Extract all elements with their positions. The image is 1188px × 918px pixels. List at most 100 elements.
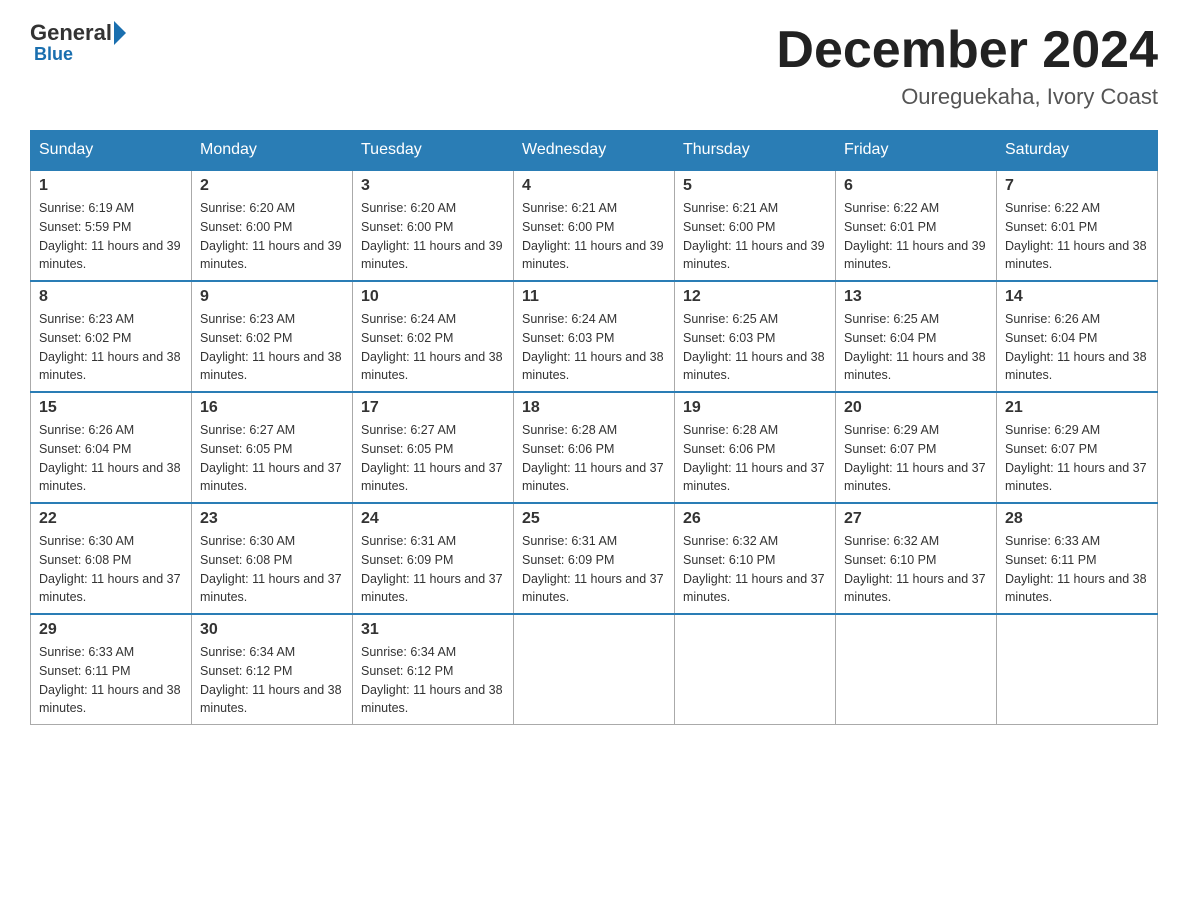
day-number: 15 bbox=[39, 399, 183, 417]
calendar-week-row: 22 Sunrise: 6:30 AM Sunset: 6:08 PM Dayl… bbox=[31, 503, 1158, 614]
calendar-table: Sunday Monday Tuesday Wednesday Thursday… bbox=[30, 130, 1158, 725]
day-number: 22 bbox=[39, 510, 183, 528]
table-row bbox=[836, 614, 997, 725]
day-number: 14 bbox=[1005, 288, 1149, 306]
day-number: 31 bbox=[361, 621, 505, 639]
col-monday: Monday bbox=[192, 131, 353, 171]
day-number: 16 bbox=[200, 399, 344, 417]
day-number: 27 bbox=[844, 510, 988, 528]
day-info: Sunrise: 6:26 AM Sunset: 6:04 PM Dayligh… bbox=[1005, 310, 1149, 385]
table-row: 3 Sunrise: 6:20 AM Sunset: 6:00 PM Dayli… bbox=[353, 170, 514, 281]
table-row: 12 Sunrise: 6:25 AM Sunset: 6:03 PM Dayl… bbox=[675, 281, 836, 392]
day-info: Sunrise: 6:20 AM Sunset: 6:00 PM Dayligh… bbox=[361, 199, 505, 274]
table-row: 6 Sunrise: 6:22 AM Sunset: 6:01 PM Dayli… bbox=[836, 170, 997, 281]
day-info: Sunrise: 6:29 AM Sunset: 6:07 PM Dayligh… bbox=[844, 421, 988, 496]
main-title: December 2024 bbox=[776, 20, 1158, 80]
table-row: 27 Sunrise: 6:32 AM Sunset: 6:10 PM Dayl… bbox=[836, 503, 997, 614]
col-thursday: Thursday bbox=[675, 131, 836, 171]
day-number: 1 bbox=[39, 177, 183, 195]
page-header: General Blue December 2024 Oureguekaha, … bbox=[30, 20, 1158, 110]
day-number: 9 bbox=[200, 288, 344, 306]
day-number: 13 bbox=[844, 288, 988, 306]
day-info: Sunrise: 6:34 AM Sunset: 6:12 PM Dayligh… bbox=[361, 643, 505, 718]
day-number: 4 bbox=[522, 177, 666, 195]
day-info: Sunrise: 6:23 AM Sunset: 6:02 PM Dayligh… bbox=[200, 310, 344, 385]
table-row: 15 Sunrise: 6:26 AM Sunset: 6:04 PM Dayl… bbox=[31, 392, 192, 503]
logo-arrow-icon bbox=[114, 21, 126, 45]
day-number: 23 bbox=[200, 510, 344, 528]
day-info: Sunrise: 6:21 AM Sunset: 6:00 PM Dayligh… bbox=[683, 199, 827, 274]
table-row bbox=[514, 614, 675, 725]
day-info: Sunrise: 6:31 AM Sunset: 6:09 PM Dayligh… bbox=[361, 532, 505, 607]
day-number: 8 bbox=[39, 288, 183, 306]
day-info: Sunrise: 6:25 AM Sunset: 6:04 PM Dayligh… bbox=[844, 310, 988, 385]
calendar-header-row: Sunday Monday Tuesday Wednesday Thursday… bbox=[31, 131, 1158, 171]
day-number: 28 bbox=[1005, 510, 1149, 528]
day-info: Sunrise: 6:30 AM Sunset: 6:08 PM Dayligh… bbox=[39, 532, 183, 607]
day-number: 18 bbox=[522, 399, 666, 417]
table-row: 1 Sunrise: 6:19 AM Sunset: 5:59 PM Dayli… bbox=[31, 170, 192, 281]
day-info: Sunrise: 6:26 AM Sunset: 6:04 PM Dayligh… bbox=[39, 421, 183, 496]
day-number: 6 bbox=[844, 177, 988, 195]
day-info: Sunrise: 6:22 AM Sunset: 6:01 PM Dayligh… bbox=[1005, 199, 1149, 274]
col-saturday: Saturday bbox=[997, 131, 1158, 171]
day-number: 19 bbox=[683, 399, 827, 417]
table-row: 7 Sunrise: 6:22 AM Sunset: 6:01 PM Dayli… bbox=[997, 170, 1158, 281]
day-number: 5 bbox=[683, 177, 827, 195]
day-number: 12 bbox=[683, 288, 827, 306]
day-number: 2 bbox=[200, 177, 344, 195]
day-number: 10 bbox=[361, 288, 505, 306]
table-row: 17 Sunrise: 6:27 AM Sunset: 6:05 PM Dayl… bbox=[353, 392, 514, 503]
table-row: 13 Sunrise: 6:25 AM Sunset: 6:04 PM Dayl… bbox=[836, 281, 997, 392]
table-row: 29 Sunrise: 6:33 AM Sunset: 6:11 PM Dayl… bbox=[31, 614, 192, 725]
table-row: 19 Sunrise: 6:28 AM Sunset: 6:06 PM Dayl… bbox=[675, 392, 836, 503]
day-number: 7 bbox=[1005, 177, 1149, 195]
table-row: 30 Sunrise: 6:34 AM Sunset: 6:12 PM Dayl… bbox=[192, 614, 353, 725]
day-info: Sunrise: 6:31 AM Sunset: 6:09 PM Dayligh… bbox=[522, 532, 666, 607]
col-wednesday: Wednesday bbox=[514, 131, 675, 171]
day-info: Sunrise: 6:30 AM Sunset: 6:08 PM Dayligh… bbox=[200, 532, 344, 607]
calendar-week-row: 29 Sunrise: 6:33 AM Sunset: 6:11 PM Dayl… bbox=[31, 614, 1158, 725]
day-info: Sunrise: 6:24 AM Sunset: 6:03 PM Dayligh… bbox=[522, 310, 666, 385]
calendar-week-row: 8 Sunrise: 6:23 AM Sunset: 6:02 PM Dayli… bbox=[31, 281, 1158, 392]
table-row: 4 Sunrise: 6:21 AM Sunset: 6:00 PM Dayli… bbox=[514, 170, 675, 281]
day-info: Sunrise: 6:27 AM Sunset: 6:05 PM Dayligh… bbox=[361, 421, 505, 496]
col-sunday: Sunday bbox=[31, 131, 192, 171]
table-row: 23 Sunrise: 6:30 AM Sunset: 6:08 PM Dayl… bbox=[192, 503, 353, 614]
calendar-week-row: 1 Sunrise: 6:19 AM Sunset: 5:59 PM Dayli… bbox=[31, 170, 1158, 281]
table-row: 22 Sunrise: 6:30 AM Sunset: 6:08 PM Dayl… bbox=[31, 503, 192, 614]
table-row: 5 Sunrise: 6:21 AM Sunset: 6:00 PM Dayli… bbox=[675, 170, 836, 281]
day-number: 25 bbox=[522, 510, 666, 528]
table-row: 9 Sunrise: 6:23 AM Sunset: 6:02 PM Dayli… bbox=[192, 281, 353, 392]
day-info: Sunrise: 6:32 AM Sunset: 6:10 PM Dayligh… bbox=[844, 532, 988, 607]
table-row: 2 Sunrise: 6:20 AM Sunset: 6:00 PM Dayli… bbox=[192, 170, 353, 281]
day-info: Sunrise: 6:21 AM Sunset: 6:00 PM Dayligh… bbox=[522, 199, 666, 274]
table-row: 8 Sunrise: 6:23 AM Sunset: 6:02 PM Dayli… bbox=[31, 281, 192, 392]
calendar-week-row: 15 Sunrise: 6:26 AM Sunset: 6:04 PM Dayl… bbox=[31, 392, 1158, 503]
table-row: 20 Sunrise: 6:29 AM Sunset: 6:07 PM Dayl… bbox=[836, 392, 997, 503]
day-info: Sunrise: 6:23 AM Sunset: 6:02 PM Dayligh… bbox=[39, 310, 183, 385]
day-info: Sunrise: 6:32 AM Sunset: 6:10 PM Dayligh… bbox=[683, 532, 827, 607]
table-row: 24 Sunrise: 6:31 AM Sunset: 6:09 PM Dayl… bbox=[353, 503, 514, 614]
day-info: Sunrise: 6:33 AM Sunset: 6:11 PM Dayligh… bbox=[1005, 532, 1149, 607]
day-info: Sunrise: 6:20 AM Sunset: 6:00 PM Dayligh… bbox=[200, 199, 344, 274]
col-friday: Friday bbox=[836, 131, 997, 171]
table-row: 11 Sunrise: 6:24 AM Sunset: 6:03 PM Dayl… bbox=[514, 281, 675, 392]
day-info: Sunrise: 6:33 AM Sunset: 6:11 PM Dayligh… bbox=[39, 643, 183, 718]
day-info: Sunrise: 6:28 AM Sunset: 6:06 PM Dayligh… bbox=[683, 421, 827, 496]
col-tuesday: Tuesday bbox=[353, 131, 514, 171]
logo: General Blue bbox=[30, 20, 128, 65]
table-row: 14 Sunrise: 6:26 AM Sunset: 6:04 PM Dayl… bbox=[997, 281, 1158, 392]
table-row: 28 Sunrise: 6:33 AM Sunset: 6:11 PM Dayl… bbox=[997, 503, 1158, 614]
day-info: Sunrise: 6:28 AM Sunset: 6:06 PM Dayligh… bbox=[522, 421, 666, 496]
day-number: 20 bbox=[844, 399, 988, 417]
table-row: 18 Sunrise: 6:28 AM Sunset: 6:06 PM Dayl… bbox=[514, 392, 675, 503]
location-subtitle: Oureguekaha, Ivory Coast bbox=[776, 84, 1158, 110]
day-info: Sunrise: 6:19 AM Sunset: 5:59 PM Dayligh… bbox=[39, 199, 183, 274]
day-info: Sunrise: 6:25 AM Sunset: 6:03 PM Dayligh… bbox=[683, 310, 827, 385]
table-row: 16 Sunrise: 6:27 AM Sunset: 6:05 PM Dayl… bbox=[192, 392, 353, 503]
table-row: 25 Sunrise: 6:31 AM Sunset: 6:09 PM Dayl… bbox=[514, 503, 675, 614]
day-info: Sunrise: 6:29 AM Sunset: 6:07 PM Dayligh… bbox=[1005, 421, 1149, 496]
day-info: Sunrise: 6:34 AM Sunset: 6:12 PM Dayligh… bbox=[200, 643, 344, 718]
table-row: 21 Sunrise: 6:29 AM Sunset: 6:07 PM Dayl… bbox=[997, 392, 1158, 503]
